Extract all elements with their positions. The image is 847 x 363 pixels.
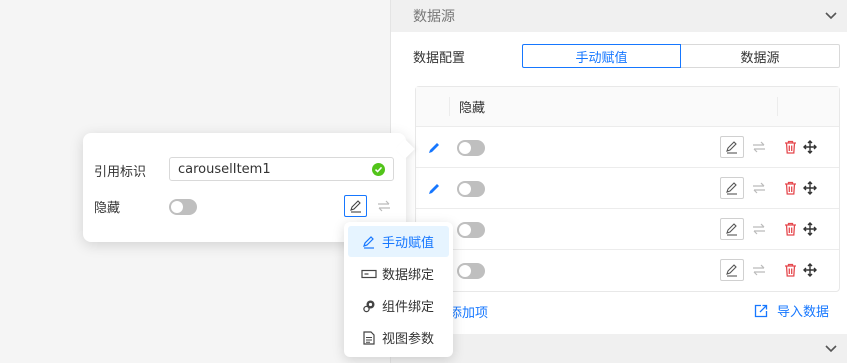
menu-item-label: 手动赋值	[382, 236, 435, 251]
list-item	[416, 127, 839, 168]
chevron-down-icon[interactable]	[824, 9, 838, 23]
menu-item-label: 视图参数	[382, 332, 435, 347]
manual-assign-button[interactable]	[720, 177, 744, 199]
hidden-toggle[interactable]	[457, 140, 485, 160]
menu-item-view-params[interactable]: 视图参数	[348, 322, 449, 353]
manual-assign-button[interactable]	[720, 218, 744, 240]
check-circle-icon	[372, 163, 385, 176]
hide-toggle[interactable]	[169, 199, 197, 219]
menu-item-component-bind[interactable]: 组件绑定	[348, 290, 449, 321]
list-item	[416, 209, 839, 250]
drag-handle-icon[interactable]	[802, 180, 818, 196]
menu-item-label: 组件绑定	[382, 300, 435, 315]
delete-icon[interactable]	[782, 262, 798, 278]
data-config-segmented: 手动赋值 数据源	[522, 44, 840, 68]
row-actions	[720, 218, 818, 240]
swap-icon[interactable]	[375, 197, 393, 215]
hidden-toggle[interactable]	[457, 263, 485, 283]
pen-icon	[361, 234, 377, 250]
data-config-row: 数据配置 手动赋值 数据源	[413, 44, 840, 68]
list-item	[416, 168, 839, 209]
drag-handle-icon[interactable]	[802, 221, 818, 237]
hide-label: 隐藏	[94, 201, 121, 216]
row-actions	[720, 177, 818, 199]
edit-icon[interactable]	[426, 181, 442, 197]
component-bind-icon	[361, 298, 377, 314]
swap-icon[interactable]	[750, 138, 768, 156]
manual-assign-button[interactable]	[344, 195, 367, 217]
row-actions	[720, 259, 818, 281]
menu-item-manual-assign[interactable]: 手动赋值	[348, 226, 449, 257]
list-item	[416, 250, 839, 291]
swap-icon[interactable]	[750, 261, 768, 279]
import-data-label: 导入数据	[777, 305, 830, 320]
swap-icon[interactable]	[750, 220, 768, 238]
list-header: 隐藏	[416, 87, 839, 127]
drag-handle-icon[interactable]	[802, 262, 818, 278]
delete-icon[interactable]	[782, 221, 798, 237]
row-actions	[720, 136, 818, 158]
datasource-section-header[interactable]: 数据源	[391, 0, 847, 32]
delete-icon[interactable]	[782, 180, 798, 196]
data-config-label: 数据配置	[413, 50, 466, 66]
binding-mode-menu: 手动赋值 数据绑定 组件绑定 视图参数	[344, 222, 453, 357]
manual-assign-button[interactable]	[720, 259, 744, 281]
swap-icon[interactable]	[750, 179, 768, 197]
section-title: 数据源	[413, 9, 455, 25]
document-icon	[361, 330, 377, 346]
segment-manual-button[interactable]: 手动赋值	[522, 44, 681, 68]
import-data-link[interactable]: 导入数据	[753, 301, 829, 320]
hidden-toggle[interactable]	[457, 222, 485, 242]
delete-icon[interactable]	[782, 139, 798, 155]
menu-item-label: 数据绑定	[382, 268, 435, 283]
chevron-down-icon[interactable]	[824, 342, 838, 356]
data-bind-icon	[361, 266, 377, 282]
import-icon	[753, 303, 769, 319]
datasource-section-body: 数据配置 手动赋值 数据源 隐藏 添加项 导入数据	[391, 32, 847, 334]
column-divider	[777, 97, 778, 116]
next-section-header[interactable]	[391, 334, 847, 363]
hidden-column-header: 隐藏	[449, 97, 485, 116]
add-item-link[interactable]: 添加项	[449, 302, 488, 321]
ref-id-value: carouselItem1	[178, 161, 271, 177]
data-items-list: 隐藏	[415, 86, 840, 292]
segment-datasource-button[interactable]: 数据源	[681, 44, 840, 68]
ref-id-label: 引用标识	[94, 165, 147, 180]
drag-handle-icon[interactable]	[802, 139, 818, 155]
menu-item-data-bind[interactable]: 数据绑定	[348, 258, 449, 289]
manual-assign-button[interactable]	[720, 136, 744, 158]
hidden-toggle[interactable]	[457, 181, 485, 201]
edit-icon[interactable]	[426, 140, 442, 156]
properties-panel: 数据源 数据配置 手动赋值 数据源 隐藏 添加项 导入数据	[390, 0, 847, 363]
ref-id-input[interactable]: carouselItem1	[169, 157, 394, 181]
